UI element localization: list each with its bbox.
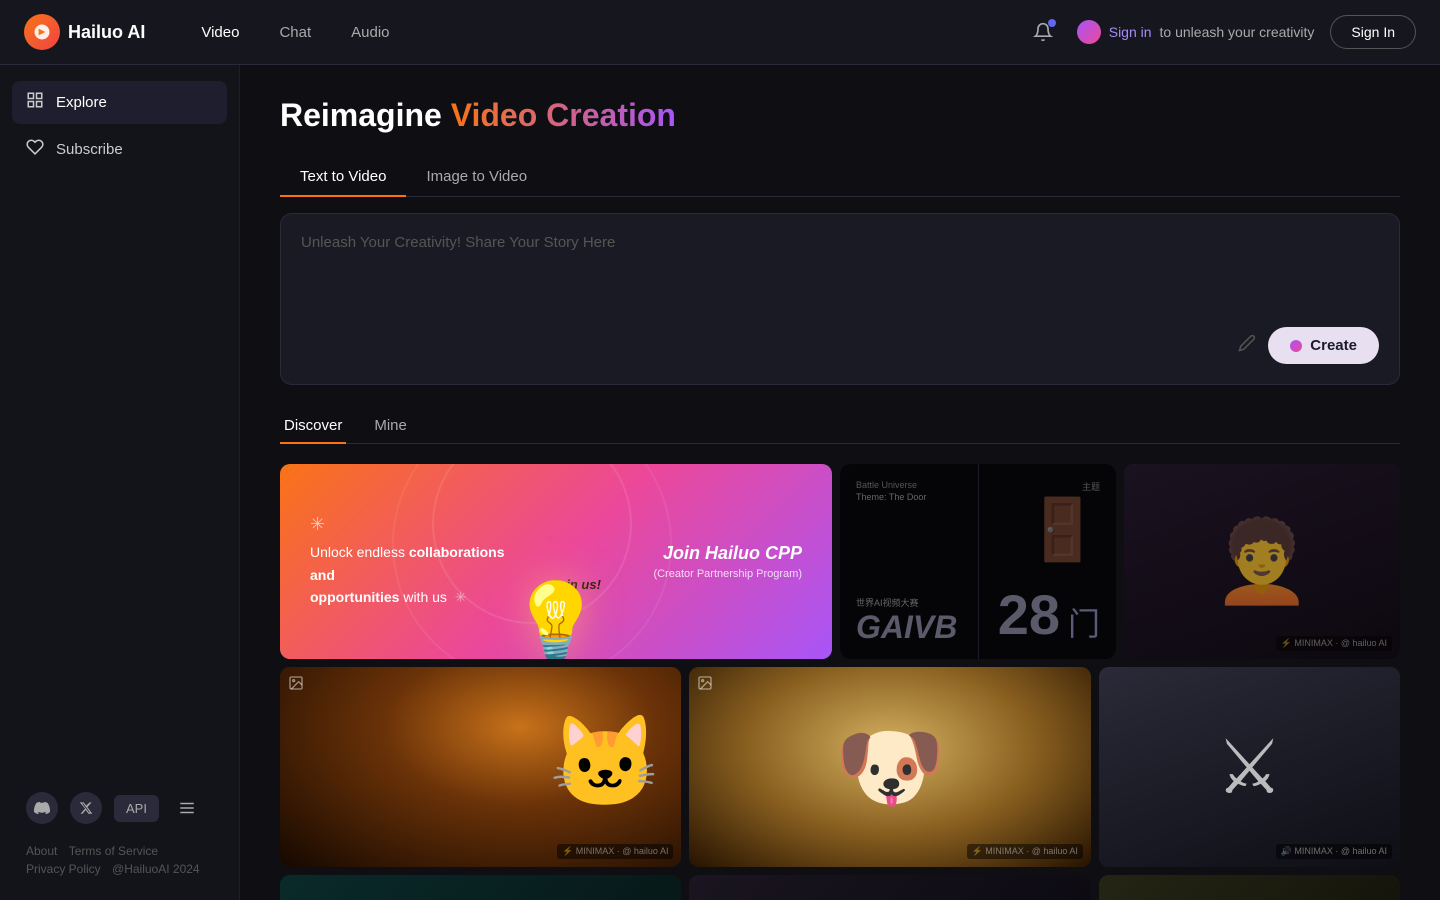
- nav-video[interactable]: Video: [185, 16, 255, 49]
- banner-image: ✳ Unlock endless collaborations andoppor…: [280, 464, 832, 659]
- banner-text: ✳ Unlock endless collaborations andoppor…: [310, 514, 530, 608]
- discover-tab-mine[interactable]: Mine: [370, 409, 411, 444]
- header: Hailuo AI Video Chat Audio Sign in to un…: [0, 0, 1440, 65]
- create-button[interactable]: Create: [1268, 327, 1379, 364]
- mode-tabs: Text to Video Image to Video: [280, 158, 1400, 197]
- sidebar-item-subscribe[interactable]: Subscribe: [12, 128, 227, 171]
- logo-icon: [24, 14, 60, 50]
- gallery-banner-card[interactable]: ✳ Unlock endless collaborations andoppor…: [280, 464, 832, 659]
- main-layout: Explore Subscribe: [0, 65, 1440, 900]
- gallery-armor-card[interactable]: ⚔ 🔊 MINIMAX · @ hailuo AI: [1099, 667, 1400, 867]
- image-type-icon-2: [697, 675, 713, 696]
- discord-icon[interactable]: [26, 792, 58, 824]
- notification-dot: [1048, 19, 1056, 27]
- twitter-x-icon[interactable]: [70, 792, 102, 824]
- nav-chat[interactable]: Chat: [263, 16, 327, 49]
- banner-cpp: Join Hailuo CPP (Creator Partnership Pro…: [653, 543, 802, 580]
- sign-in-prompt-area: Sign in to unleash your creativity: [1077, 20, 1315, 44]
- sidebar-explore-label: Explore: [56, 94, 107, 111]
- explore-icon: [26, 91, 44, 114]
- text-input-area: Create: [280, 213, 1400, 385]
- gallery-row-1: ✳ Unlock endless collaborations andoppor…: [280, 464, 1400, 659]
- sign-in-link[interactable]: Sign in: [1109, 24, 1152, 40]
- create-btn-dot: [1290, 340, 1302, 352]
- nav-audio[interactable]: Audio: [335, 16, 405, 49]
- gallery-row3-card1[interactable]: [280, 875, 681, 900]
- gallery-cat-card[interactable]: 🐱 ⚡ MINIMAX · @ hailuo AI: [280, 667, 681, 867]
- discover-tabs: Discover Mine: [280, 409, 1400, 444]
- discover-tab-discover[interactable]: Discover: [280, 409, 346, 444]
- gallery-row3-card3[interactable]: [1099, 875, 1400, 900]
- gallery-gaivb-card[interactable]: Battle Universe Theme: The Door 世界AI视频大赛…: [840, 464, 1116, 659]
- banner-collaborations: collaborations andopportunities: [310, 544, 505, 605]
- main-content: Reimagine Video Creation Text to Video I…: [240, 65, 1440, 900]
- sidebar-item-explore[interactable]: Explore: [12, 81, 227, 124]
- menu-icon[interactable]: [171, 792, 203, 824]
- image-type-icon: [288, 675, 304, 696]
- sidebar: Explore Subscribe: [0, 65, 240, 900]
- prompt-input[interactable]: [301, 234, 1379, 314]
- gallery-row-3: [280, 875, 1400, 900]
- title-static: Reimagine: [280, 97, 451, 133]
- gallery-figure-card[interactable]: 🧑‍🦱 ⚡ MINIMAX · @ hailuo AI: [1124, 464, 1400, 659]
- logo-area[interactable]: Hailuo AI: [24, 14, 145, 50]
- api-button[interactable]: API: [114, 795, 159, 822]
- sidebar-footer: About Terms of Service Privacy Policy @H…: [12, 836, 227, 884]
- logo-text: Hailuo AI: [68, 22, 145, 43]
- about-link[interactable]: About: [26, 844, 57, 858]
- tab-image-to-video[interactable]: Image to Video: [406, 158, 547, 197]
- avatar-bubble: [1077, 20, 1101, 44]
- sidebar-subscribe-label: Subscribe: [56, 141, 123, 158]
- gallery-row3-card2[interactable]: [689, 875, 1090, 900]
- header-right: Sign in to unleash your creativity Sign …: [1025, 14, 1416, 50]
- page-title: Reimagine Video Creation: [280, 97, 1400, 134]
- sign-in-suffix: to unleash your creativity: [1160, 24, 1315, 40]
- cat-image: 🐱 ⚡ MINIMAX · @ hailuo AI: [280, 667, 681, 867]
- gaivb-image: Battle Universe Theme: The Door 世界AI视频大赛…: [840, 464, 1116, 659]
- dog-image: 🐶 ⚡ MINIMAX · @ hailuo AI: [689, 667, 1090, 867]
- terms-link[interactable]: Terms of Service: [69, 844, 158, 858]
- notification-bell[interactable]: [1025, 14, 1061, 50]
- subscribe-icon: [26, 138, 44, 161]
- gallery-row-2: 🐱 ⚡ MINIMAX · @ hailuo AI 🐶: [280, 667, 1400, 867]
- nav-links: Video Chat Audio: [185, 16, 405, 49]
- sign-in-button[interactable]: Sign In: [1330, 15, 1416, 49]
- title-gradient: Video Creation: [451, 97, 676, 133]
- gallery-dog-card[interactable]: 🐶 ⚡ MINIMAX · @ hailuo AI: [689, 667, 1090, 867]
- input-area-bottom: Create: [301, 327, 1379, 364]
- tab-text-to-video[interactable]: Text to Video: [280, 158, 406, 197]
- sidebar-social: API: [12, 780, 227, 836]
- privacy-link[interactable]: Privacy Policy: [26, 862, 101, 876]
- figure-image: 🧑‍🦱 ⚡ MINIMAX · @ hailuo AI: [1124, 464, 1400, 659]
- sidebar-bottom: API About Terms of Service Privacy Polic…: [12, 780, 227, 884]
- copyright-link[interactable]: @HailuoAI 2024: [112, 862, 200, 876]
- create-btn-label: Create: [1310, 337, 1357, 354]
- armor-image: ⚔ 🔊 MINIMAX · @ hailuo AI: [1099, 667, 1400, 867]
- pencil-icon[interactable]: [1238, 334, 1256, 357]
